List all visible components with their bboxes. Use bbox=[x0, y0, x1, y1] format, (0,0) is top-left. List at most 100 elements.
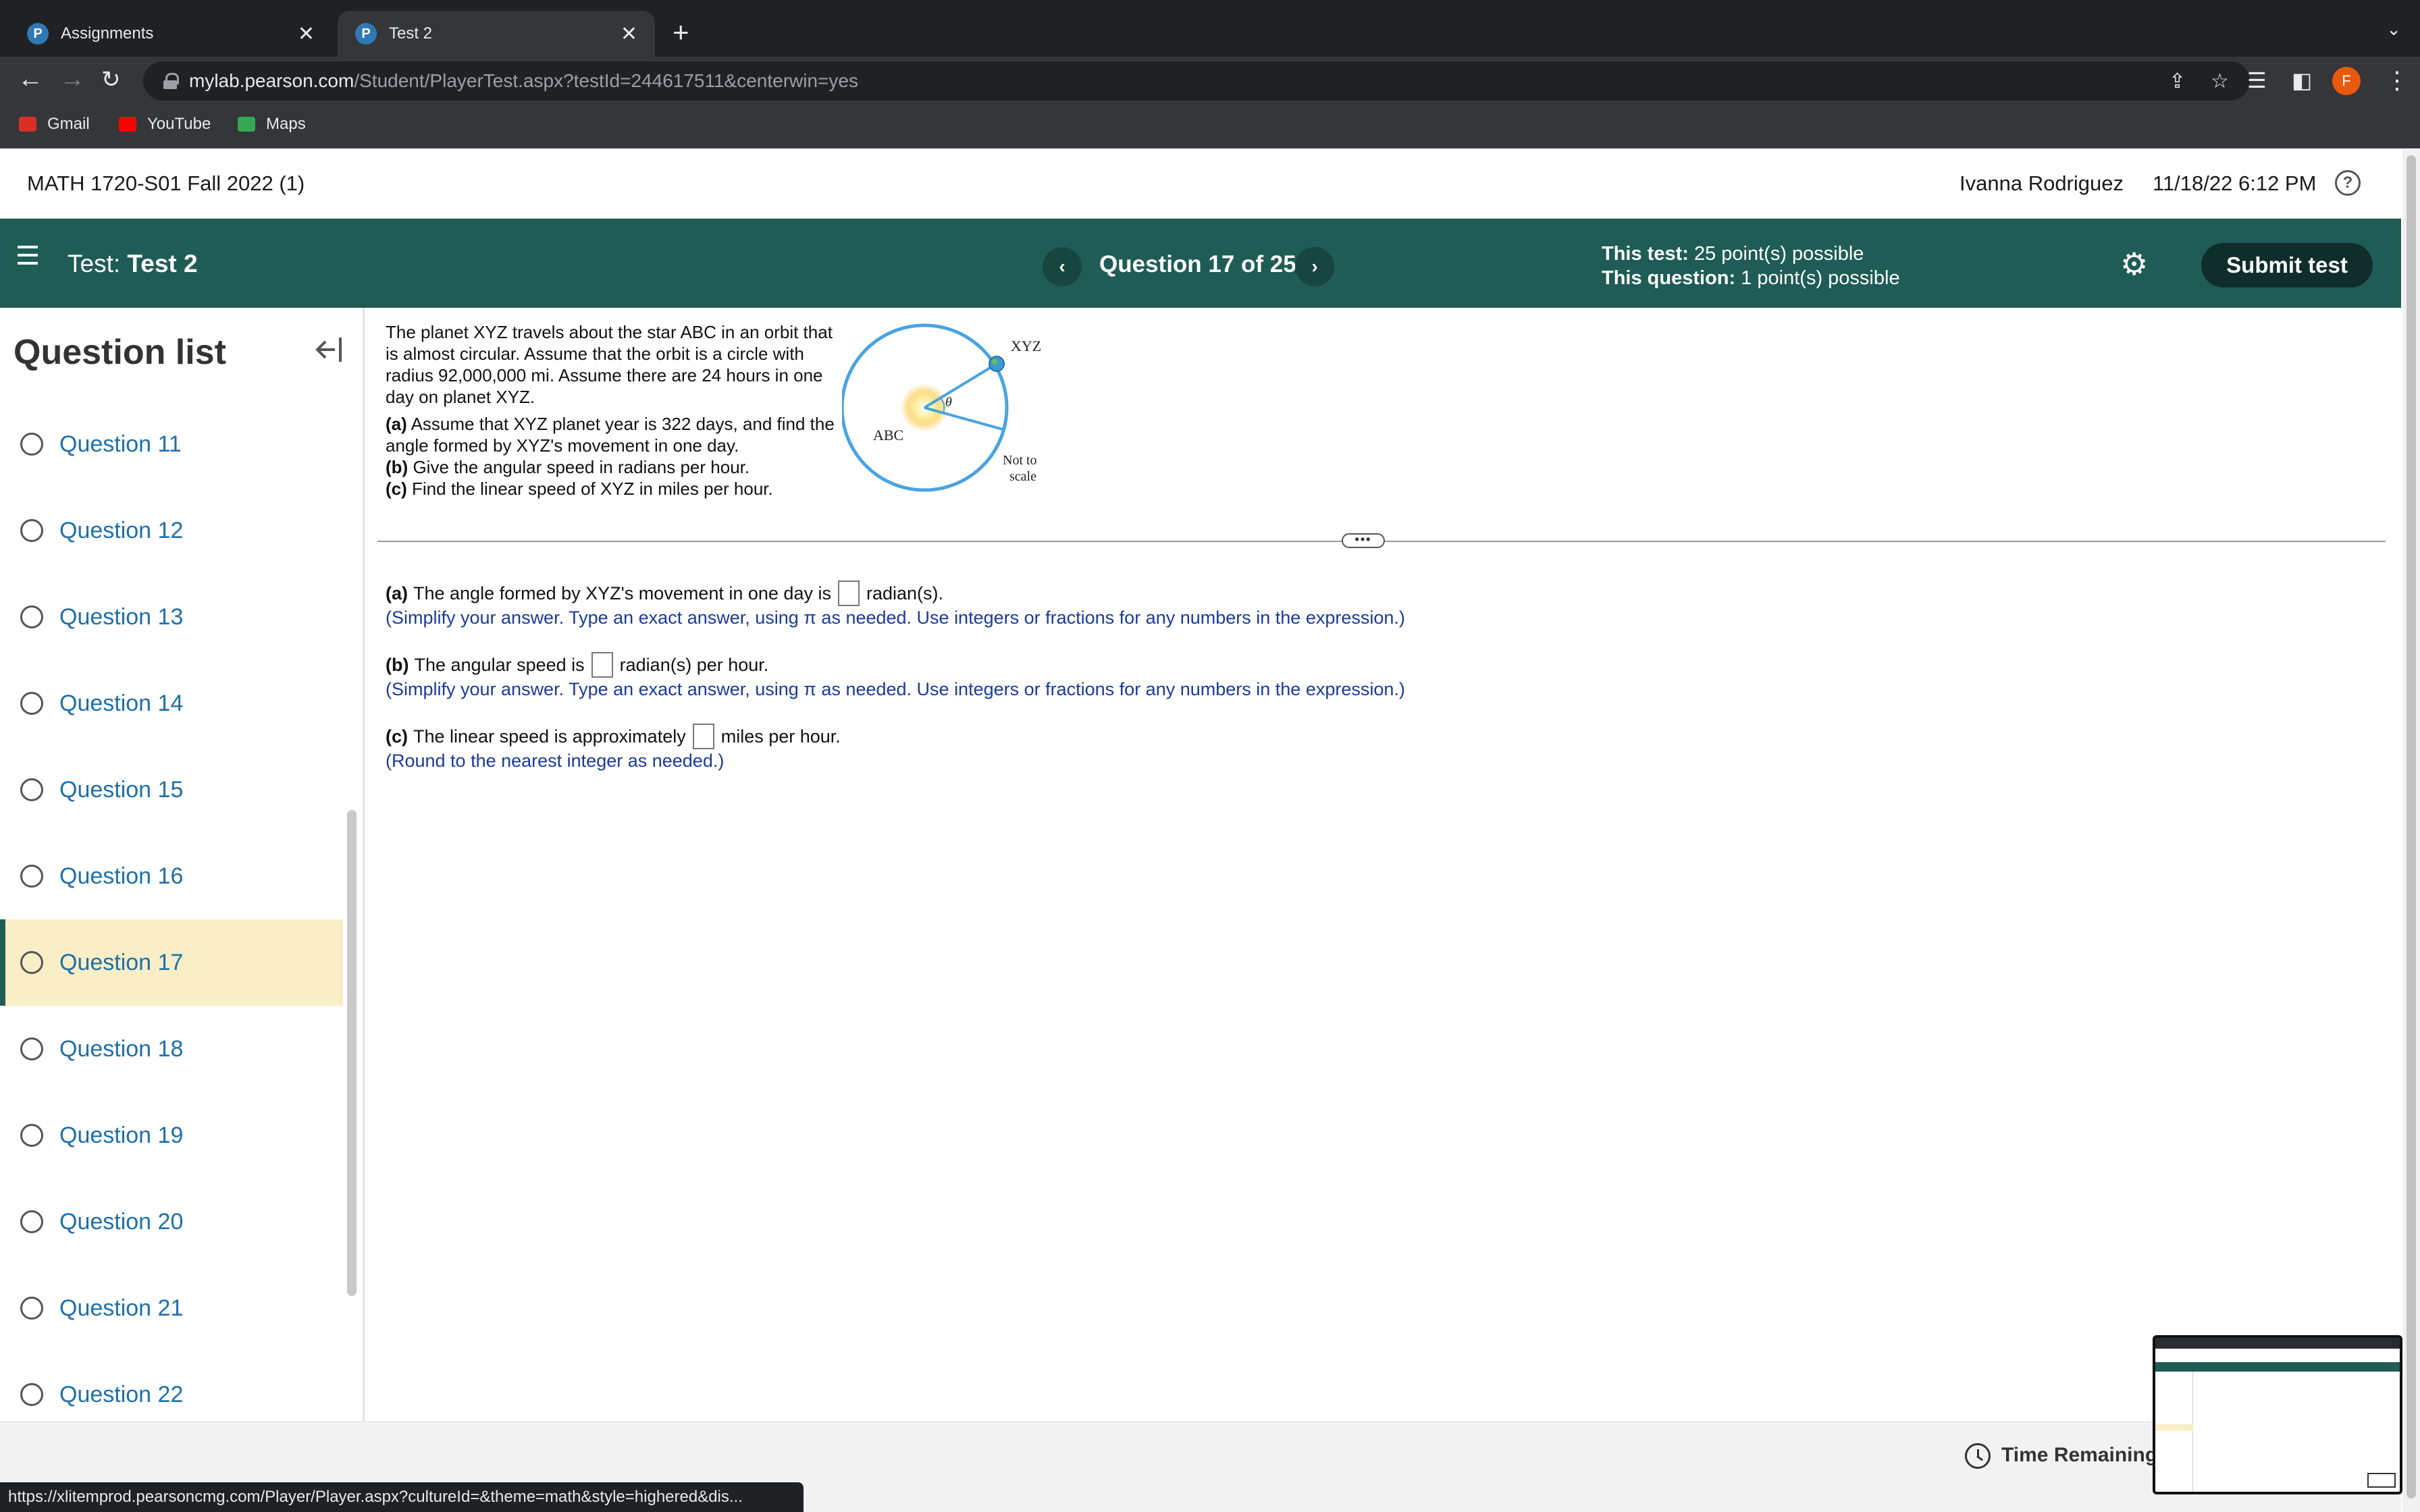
status-circle-icon bbox=[20, 433, 43, 456]
gmail-icon bbox=[19, 117, 36, 132]
thumbnail-highlight bbox=[2155, 1424, 2193, 1431]
question-list-item[interactable]: Question 14 bbox=[0, 660, 343, 747]
next-question-button[interactable]: › bbox=[1295, 247, 1334, 286]
question-label: Question 11 bbox=[59, 431, 182, 457]
question-list-item[interactable]: Question 22 bbox=[0, 1351, 343, 1422]
question-list-item[interactable]: Question 13 bbox=[0, 574, 343, 660]
time-remaining-label[interactable]: Time Remaining: bbox=[2001, 1444, 2164, 1467]
part-a-text: Assume that XYZ planet year is 322 days,… bbox=[386, 414, 835, 456]
bookmark-label: YouTube bbox=[147, 115, 211, 133]
page-scrollbar[interactable] bbox=[2402, 150, 2420, 1512]
question-label: Question 22 bbox=[59, 1381, 184, 1407]
part-a-tag: (a) bbox=[386, 414, 407, 434]
screenshot-thumbnail[interactable] bbox=[2153, 1335, 2402, 1494]
bookmark-label: Gmail bbox=[47, 115, 90, 133]
url-path: /Student/PlayerTest.aspx?testId=24461751… bbox=[354, 70, 858, 91]
tab-assignments[interactable]: P Assignments ✕ bbox=[9, 11, 332, 57]
youtube-icon bbox=[119, 117, 136, 132]
angle-label: θ bbox=[945, 395, 952, 410]
reload-icon[interactable]: ↻ bbox=[101, 66, 121, 93]
menu-icon[interactable] bbox=[18, 246, 39, 265]
part-c-text: Find the linear speed of XYZ in miles pe… bbox=[412, 479, 773, 499]
question-label: Question 12 bbox=[59, 517, 184, 543]
browser-toolbar: ← → ↻ mylab.pearson.com/Student/PlayerTe… bbox=[0, 57, 2420, 105]
answer-hint: (Round to the nearest integer as needed.… bbox=[386, 751, 725, 771]
more-menu-icon[interactable]: ⋮ bbox=[2385, 66, 2409, 94]
collapse-sidebar-icon[interactable] bbox=[315, 335, 344, 364]
tab-title: Test 2 bbox=[389, 24, 433, 43]
answer-hint: (Simplify your answer. Type an exact ans… bbox=[386, 679, 1405, 699]
pearson-favicon-icon: P bbox=[355, 23, 377, 45]
new-tab-icon[interactable]: + bbox=[673, 16, 689, 49]
answer-hint: (Simplify your answer. Type an exact ans… bbox=[386, 608, 1405, 628]
answer-unit: radian(s) per hour. bbox=[619, 654, 769, 675]
question-list-item[interactable]: Question 20 bbox=[0, 1179, 343, 1265]
tab-test-2[interactable]: P Test 2 ✕ bbox=[338, 11, 655, 57]
part-c-tag: (c) bbox=[386, 479, 407, 499]
bookmark-maps[interactable]: Maps bbox=[238, 115, 306, 134]
close-tab-icon[interactable]: ✕ bbox=[298, 22, 315, 46]
tab-title: Assignments bbox=[61, 24, 154, 43]
planet-land bbox=[992, 359, 997, 364]
question-list-item-current[interactable]: Question 17 bbox=[0, 919, 343, 1006]
bookmarks-bar: Gmail YouTube Maps bbox=[0, 105, 2420, 148]
course-header: MATH 1720-S01 Fall 2022 (1) Ivanna Rodri… bbox=[0, 150, 2401, 219]
status-circle-icon bbox=[20, 605, 43, 628]
answer-prompt: The angle formed by XYZ's movement in on… bbox=[413, 583, 831, 603]
this-test-label: This test: bbox=[1602, 243, 1689, 265]
profile-avatar[interactable]: F bbox=[2332, 67, 2361, 95]
previous-question-button[interactable]: ‹ bbox=[1043, 247, 1082, 286]
gear-icon[interactable]: ⚙ bbox=[2120, 246, 2148, 282]
bookmark-youtube[interactable]: YouTube bbox=[119, 115, 211, 134]
scale-note-line1: Not to bbox=[1003, 453, 1037, 468]
points-info: This test: 25 point(s) possible This que… bbox=[1602, 242, 1900, 290]
url-host: mylab.pearson.com bbox=[189, 70, 354, 91]
answer-unit: miles per hour. bbox=[720, 726, 841, 747]
bookmark-gmail[interactable]: Gmail bbox=[19, 115, 90, 134]
reading-list-icon[interactable]: ☰ bbox=[2247, 68, 2267, 93]
status-circle-icon bbox=[20, 1037, 43, 1060]
address-bar[interactable]: mylab.pearson.com/Student/PlayerTest.asp… bbox=[143, 61, 2250, 101]
status-bar-url: https://xlitemprod.pearsoncmg.com/Player… bbox=[0, 1482, 804, 1512]
submit-test-button[interactable]: Submit test bbox=[2201, 243, 2373, 288]
question-list-item[interactable]: Question 21 bbox=[0, 1265, 343, 1351]
thumbnail-test-bar bbox=[2155, 1362, 2400, 1372]
answer-part-c: (c) The linear speed is approximately mi… bbox=[386, 724, 841, 772]
star-icon[interactable]: ☆ bbox=[2211, 70, 2229, 93]
question-label: Question 18 bbox=[59, 1035, 184, 1062]
forward-icon[interactable]: → bbox=[59, 65, 85, 94]
resize-handle[interactable]: ••• bbox=[1342, 533, 1385, 548]
answer-a-input[interactable] bbox=[837, 580, 860, 606]
question-label: Question 13 bbox=[59, 603, 184, 630]
answer-c-input[interactable] bbox=[692, 724, 714, 749]
clock-icon bbox=[1965, 1443, 1991, 1469]
question-list-item[interactable]: Question 18 bbox=[0, 1006, 343, 1092]
orbit-diagram: XYZ ABC θ Not to scale bbox=[842, 323, 1041, 492]
status-circle-icon bbox=[20, 778, 43, 801]
status-circle-icon bbox=[20, 1297, 43, 1320]
question-list-item[interactable]: Question 16 bbox=[0, 833, 343, 919]
part-b-tag: (b) bbox=[386, 457, 409, 477]
bookmark-label: Maps bbox=[266, 115, 306, 133]
thumbnail-box bbox=[2367, 1473, 2396, 1488]
thumbnail-browser-bar bbox=[2155, 1338, 2400, 1349]
share-icon[interactable]: ⇪ bbox=[2169, 70, 2186, 93]
this-question-label: This question: bbox=[1602, 267, 1736, 289]
close-tab-icon[interactable]: ✕ bbox=[621, 22, 637, 46]
sidebar-scrollbar[interactable] bbox=[347, 810, 357, 1296]
question-list-item[interactable]: Question 12 bbox=[0, 487, 343, 574]
question-label: Question 15 bbox=[59, 776, 184, 803]
chevron-down-icon[interactable]: ⌄ bbox=[2386, 19, 2401, 40]
question-label: Question 20 bbox=[59, 1208, 184, 1235]
side-panel-icon[interactable]: ◧ bbox=[2292, 68, 2312, 93]
back-icon[interactable]: ← bbox=[18, 65, 43, 94]
answer-b-input[interactable] bbox=[591, 652, 613, 678]
question-list-item[interactable]: Question 15 bbox=[0, 747, 343, 833]
question-list-item[interactable]: Question 11 bbox=[0, 401, 343, 487]
status-circle-icon bbox=[20, 519, 43, 542]
test-prefix: Test: bbox=[68, 250, 121, 277]
question-label: Question 19 bbox=[59, 1122, 184, 1148]
question-label: Question 16 bbox=[59, 863, 184, 889]
help-icon[interactable]: ? bbox=[2335, 170, 2361, 196]
question-list-item[interactable]: Question 19 bbox=[0, 1092, 343, 1179]
